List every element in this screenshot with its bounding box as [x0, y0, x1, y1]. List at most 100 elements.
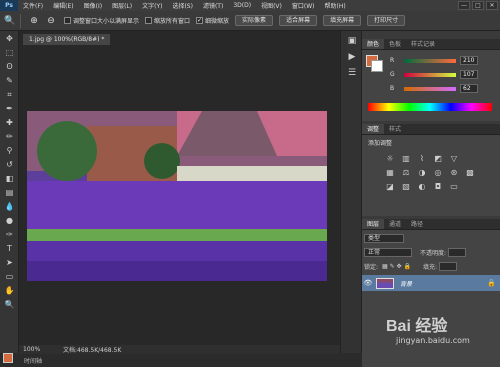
fill-screen-button[interactable]: 填充屏幕	[323, 15, 362, 26]
dodge-icon[interactable]: ●	[2, 214, 17, 227]
tab-paths[interactable]: 路径	[406, 219, 428, 229]
layer-row-background[interactable]: 👁 背景 🔒	[362, 275, 500, 291]
zoom-tool-icon[interactable]: 🔍	[3, 14, 17, 28]
green-slider[interactable]	[404, 72, 456, 77]
gradient-icon[interactable]: ▤	[2, 186, 17, 199]
color-lookup-icon[interactable]: ▩	[464, 168, 476, 178]
color-balance-icon[interactable]: ⚖	[400, 168, 412, 178]
green-value-field[interactable]: 107	[460, 70, 478, 79]
pen-icon[interactable]: ✑	[2, 228, 17, 241]
tab-styles[interactable]: 样式	[384, 124, 406, 134]
red-value-field[interactable]: 210	[460, 56, 478, 65]
tab-layers[interactable]: 图层	[362, 219, 385, 229]
green-label: G	[390, 71, 395, 78]
brush-icon[interactable]: ✏	[2, 130, 17, 143]
blend-mode-select[interactable]: 正常	[364, 248, 412, 257]
history-panel-icon[interactable]: ▣	[345, 35, 359, 47]
levels-icon[interactable]: ▥	[400, 154, 412, 164]
zoom-all-option[interactable]: 缩放所有窗口	[145, 16, 190, 25]
menu-help[interactable]: 帮助(H)	[320, 1, 351, 10]
fill-field[interactable]	[438, 262, 457, 271]
exposure-icon[interactable]: ◩	[432, 154, 444, 164]
red-slider[interactable]	[404, 58, 456, 63]
actual-pixels-button[interactable]: 实际像素	[235, 15, 274, 26]
hand-icon[interactable]: ✋	[2, 284, 17, 297]
menu-filter[interactable]: 滤镜(T)	[198, 1, 228, 10]
menu-window[interactable]: 窗口(W)	[287, 1, 320, 10]
history-brush-icon[interactable]: ↺	[2, 158, 17, 171]
selective-color-icon[interactable]: ◘	[432, 182, 444, 192]
menu-file[interactable]: 文件(F)	[18, 1, 48, 10]
resize-windows-checkbox[interactable]	[64, 17, 71, 24]
photo-filter-icon[interactable]: ◎	[432, 168, 444, 178]
blue-slider[interactable]	[404, 86, 456, 91]
curves-icon[interactable]: ⌇	[416, 154, 428, 164]
actions-panel-icon[interactable]: ▶	[345, 51, 359, 63]
kind-filter-select[interactable]: 类型	[364, 234, 404, 243]
type-icon[interactable]: T	[2, 242, 17, 255]
tab-adjustments[interactable]: 调整	[362, 124, 385, 134]
tab-style-record[interactable]: 样式记录	[406, 39, 440, 49]
zoom-icon[interactable]: 🔍	[2, 298, 17, 311]
lasso-icon[interactable]: ʘ	[2, 60, 17, 73]
menu-layer[interactable]: 图层(L)	[107, 1, 137, 10]
brightness-icon[interactable]: ☼	[384, 154, 396, 164]
tab-color[interactable]: 颜色	[362, 39, 385, 49]
tab-swatches[interactable]: 色板	[384, 39, 406, 49]
crop-icon[interactable]: ⌗	[2, 88, 17, 101]
opacity-field[interactable]	[448, 248, 467, 257]
close-button[interactable]: ✕	[486, 1, 498, 10]
channel-mixer-icon[interactable]: ⊛	[448, 168, 460, 178]
document-window: 1.jpg @ 100%(RGB/8#) *	[19, 31, 340, 353]
shape-icon[interactable]: ▭	[2, 270, 17, 283]
vibrance-icon[interactable]: ▽	[448, 154, 460, 164]
eyedropper-icon[interactable]: ✒	[2, 102, 17, 115]
quick-select-icon[interactable]: ✎	[2, 74, 17, 87]
menu-edit[interactable]: 编辑(E)	[48, 1, 78, 10]
minimize-button[interactable]: —	[458, 1, 470, 10]
invert-icon[interactable]: ◪	[384, 182, 396, 192]
hue-saturation-icon[interactable]: ▦	[384, 168, 396, 178]
path-select-icon[interactable]: ➤	[2, 256, 17, 269]
zoom-level[interactable]: 100%	[19, 346, 43, 353]
tab-channels[interactable]: 通道	[384, 219, 406, 229]
menu-view[interactable]: 视图(V)	[256, 1, 287, 10]
menu-image[interactable]: 图像(I)	[79, 1, 107, 10]
timeline-tab[interactable]: 时间轴	[24, 356, 42, 365]
menu-select[interactable]: 选择(S)	[167, 1, 198, 10]
scrubby-zoom-checkbox[interactable]: ✓	[196, 17, 204, 24]
blue-value-field[interactable]: 62	[460, 84, 478, 93]
document-tab[interactable]: 1.jpg @ 100%(RGB/8#) *	[23, 34, 111, 45]
zoom-in-icon[interactable]: ⊕	[27, 14, 41, 28]
healing-icon[interactable]: ✚	[2, 116, 17, 129]
posterize-icon[interactable]: ▧	[400, 182, 412, 192]
fit-screen-button[interactable]: 适合屏幕	[279, 15, 318, 26]
threshold-icon[interactable]: ◐	[416, 182, 428, 192]
color-panel-tabs: 颜色 色板 样式记录	[362, 39, 500, 50]
lock-label: 锁定:	[364, 264, 379, 271]
eye-icon[interactable]: 👁	[362, 279, 374, 287]
eraser-icon[interactable]: ◧	[2, 172, 17, 185]
properties-panel-icon[interactable]: ☰	[345, 67, 359, 79]
print-size-button[interactable]: 打印尺寸	[367, 15, 406, 26]
gradient-map-icon[interactable]: ▭	[448, 182, 460, 192]
resize-windows-option[interactable]: 调整窗口大小以满屏显示	[64, 16, 139, 25]
watermark-logo: Bai 经验	[386, 318, 448, 335]
scrubby-zoom-option[interactable]: ✓ 细微缩放	[196, 16, 229, 25]
black-white-icon[interactable]: ◑	[416, 168, 428, 178]
clone-stamp-icon[interactable]: ⚲	[2, 144, 17, 157]
menu-type[interactable]: 文字(Y)	[137, 1, 167, 10]
background-swatch[interactable]	[371, 60, 383, 72]
marquee-icon[interactable]: ⬚	[2, 46, 17, 59]
image-canvas[interactable]	[27, 111, 327, 281]
zoom-out-icon[interactable]: ⊖	[44, 14, 58, 28]
blur-icon[interactable]: 💧	[2, 200, 17, 213]
adjustments-panel: 调整 样式 添加调整 ☼ ▥ ⌇ ◩ ▽ ▦ ⚖ ◑ ◎ ⊛ ▩ ◪ ▧ ◐ ◘…	[362, 124, 500, 216]
zoom-all-checkbox[interactable]	[145, 17, 153, 24]
menu-3d[interactable]: 3D(D)	[228, 2, 256, 9]
move-icon[interactable]: ✥	[2, 32, 17, 45]
maximize-button[interactable]: □	[472, 1, 484, 10]
color-spectrum[interactable]	[368, 103, 492, 111]
lock-icons[interactable]: ▦ ✎ ✥ 🔒	[382, 263, 411, 270]
foreground-color-swatch[interactable]	[3, 353, 13, 363]
